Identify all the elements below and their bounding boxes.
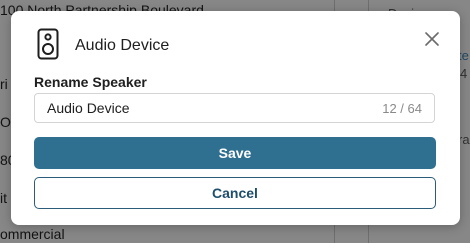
cancel-button[interactable]: Cancel — [34, 177, 436, 209]
rename-input-wrapper[interactable]: 12 / 64 — [34, 93, 435, 123]
rename-speaker-label: Rename Speaker — [34, 74, 147, 90]
close-button[interactable] — [421, 28, 443, 50]
save-button[interactable]: Save — [34, 137, 436, 169]
character-counter: 12 / 64 — [382, 100, 422, 116]
rename-speaker-dialog: Audio Device Rename Speaker 12 / 64 Save… — [11, 11, 460, 225]
dialog-title: Audio Device — [75, 37, 170, 54]
speaker-name-input[interactable] — [47, 100, 383, 116]
close-icon[interactable] — [425, 32, 439, 46]
speaker-icon — [37, 28, 59, 60]
